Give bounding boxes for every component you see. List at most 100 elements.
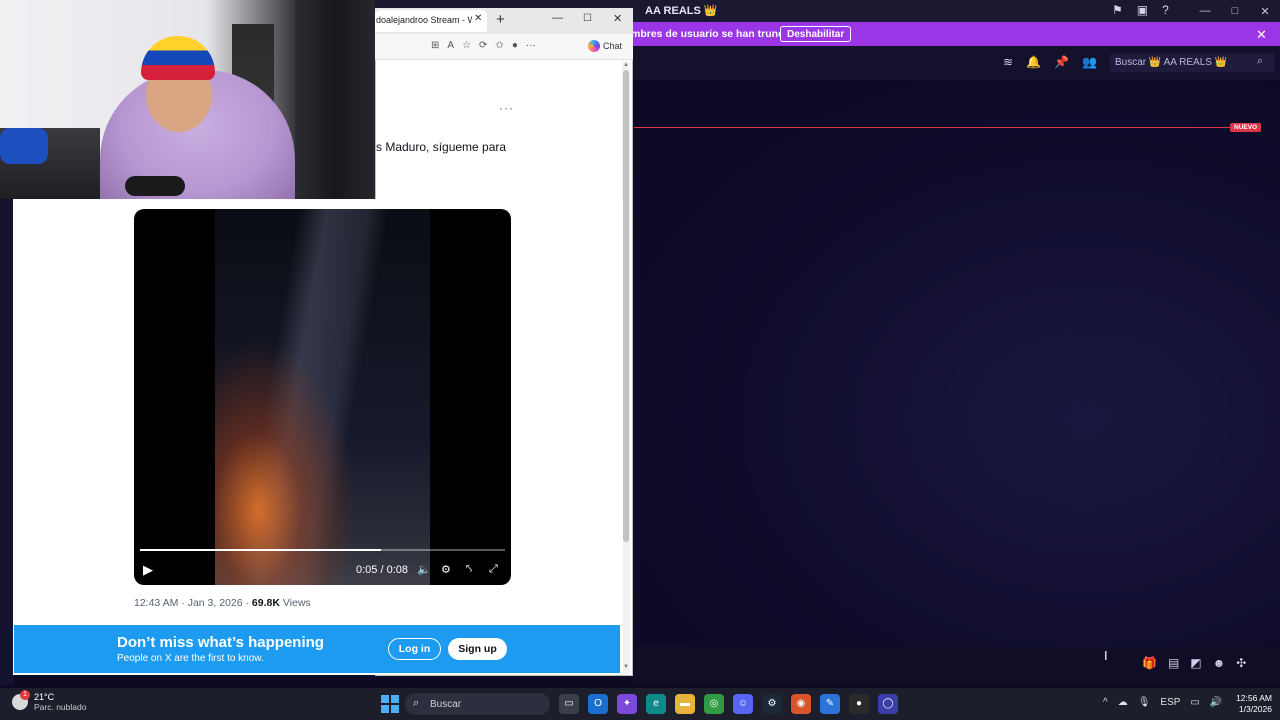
profile-icon[interactable]: ● [512, 40, 518, 51]
cam-curtain [295, 0, 375, 199]
read-aloud-icon[interactable]: A [447, 40, 454, 51]
text-cursor-icon: I [1104, 648, 1108, 663]
play-icon[interactable]: ▶ [143, 562, 153, 578]
top-icons: ⚑ ▣ ? [1112, 3, 1169, 17]
inbox-icon[interactable]: ⚑ [1112, 3, 1123, 17]
scroll-down-icon[interactable]: ▼ [623, 664, 629, 670]
app-window-controls: — □ ✕ [1190, 0, 1280, 22]
cam-blue-cloth [0, 128, 48, 164]
copilot-icon[interactable]: ✦ [617, 694, 637, 714]
search-icon: ⌕ [1257, 55, 1264, 67]
outlook-icon[interactable]: O [588, 694, 608, 714]
weather-desc: Parc. nublado [34, 702, 87, 712]
favorites-icon[interactable]: ✩ [495, 40, 503, 51]
clock-time: 12:56 AM [1236, 693, 1272, 703]
help-icon[interactable]: ? [1162, 3, 1169, 17]
pin-icon[interactable]: 📌 [1054, 55, 1069, 69]
app-title: AA REALS 👑 [645, 5, 718, 17]
login-button[interactable]: Log in [388, 638, 441, 660]
copilot-chat-button[interactable]: Chat [588, 40, 622, 52]
gif-icon[interactable]: ▤ [1168, 656, 1179, 670]
emoji-icon[interactable]: ☻ [1213, 656, 1226, 670]
speaker-icon[interactable]: 🔊 [1210, 697, 1222, 708]
tweet-time[interactable]: 12:43 AM · Jan 3, 2026 · [134, 597, 252, 609]
tab-title: doalejandroo Stream - Wat [376, 15, 472, 25]
threads-icon[interactable]: ≋ [1003, 55, 1013, 69]
browser-close-button[interactable]: ✕ [613, 12, 622, 25]
browser-toolbar-icons: ⊞ A ☆ ⟳ ✩ ● ··· [431, 40, 536, 51]
weather-widget[interactable]: 1 21°C Parc. nublado [12, 690, 87, 712]
views-count: 69.8K [251, 597, 280, 609]
sticker-icon[interactable]: ◩ [1190, 656, 1201, 670]
system-tray: ^ ☁ 🎙 ESP ▭ 🔊 [1103, 697, 1222, 708]
weather-badge: 1 [20, 690, 30, 700]
close-button[interactable]: ✕ [1250, 5, 1280, 18]
browser-minimize-button[interactable]: — [552, 12, 563, 24]
clock[interactable]: 12:56 AM 1/3/2026 [1228, 693, 1272, 715]
chevron-up-icon[interactable]: ^ [1103, 697, 1108, 708]
pip-icon[interactable]: ⤣ [466, 563, 472, 576]
fullscreen-icon[interactable]: ⤢ [489, 563, 498, 576]
folder-icon[interactable]: ▬ [675, 694, 695, 714]
members-icon[interactable]: 👥 [1082, 55, 1097, 69]
app-available-icon[interactable]: ⊞ [431, 40, 439, 51]
toolbar-icons: ≋ 🔔 📌 👥 [1003, 55, 1097, 69]
chat-area [634, 80, 1280, 646]
windows-start-icon[interactable] [381, 695, 399, 713]
cloud-tray-icon[interactable]: ☁ [1118, 697, 1128, 708]
taskbar-search-text: Buscar [430, 699, 462, 710]
gift-icon[interactable]: 🎁 [1142, 656, 1157, 670]
new-tab-button[interactable]: + [496, 11, 505, 28]
language-indicator[interactable]: ESP [1160, 697, 1180, 708]
video-player[interactable] [134, 209, 511, 585]
composer-icons: 🎁 ▤ ◩ ☻ ✣ [1142, 656, 1246, 670]
settings-gear-icon[interactable]: ⚙ [441, 563, 451, 576]
volume-icon[interactable]: 🔈 [417, 563, 431, 576]
taskbar-search[interactable] [405, 693, 550, 715]
banner-close-icon[interactable]: ✕ [1256, 27, 1267, 43]
minimize-button[interactable]: — [1190, 5, 1220, 17]
app-blue-icon[interactable]: ✎ [820, 694, 840, 714]
tab-close-icon[interactable]: ✕ [474, 13, 482, 24]
task-view-icon[interactable]: ▭ [559, 694, 579, 714]
extensions-icon[interactable]: ⟳ [479, 40, 487, 51]
edge-icon[interactable]: e [646, 694, 666, 714]
chrome-icon[interactable]: ◎ [704, 694, 724, 714]
new-messages-divider [634, 127, 1254, 128]
favorite-star-icon[interactable]: ☆ [462, 40, 471, 51]
x-banner-subtitle: People on X are the first to know. [117, 653, 264, 664]
clock-date: 1/3/2026 [1238, 704, 1272, 714]
x-banner-title: Don’t miss what’s happening [117, 634, 324, 651]
maximize-button[interactable]: □ [1220, 5, 1250, 17]
video-progress-fill [140, 549, 381, 551]
obs-icon[interactable]: ● [849, 694, 869, 714]
cam-controller [125, 176, 185, 196]
video-time: 0:05 / 0:08 [356, 564, 408, 576]
tweet-more-icon[interactable]: ··· [499, 101, 514, 115]
scrollbar-thumb[interactable] [623, 70, 629, 542]
signup-button[interactable]: Sign up [448, 638, 507, 660]
tweet-text: s Maduro, sígueme para [376, 140, 507, 154]
views-label: Views [279, 597, 311, 609]
apps-icon[interactable]: ✣ [1236, 656, 1246, 670]
browser-maximize-button[interactable]: ☐ [583, 13, 592, 24]
steam-icon[interactable]: ⚙ [762, 694, 782, 714]
mic-icon[interactable]: 🎙 [1138, 697, 1151, 708]
copilot-icon [588, 40, 600, 52]
search-icon: ⌕ [413, 697, 420, 709]
network-icon[interactable]: ▭ [1190, 697, 1199, 708]
taskbar-apps: ▭ O ✦ e ▬ ◎ ☺ ⚙ ◉ ✎ ● ◯ [559, 694, 898, 714]
disable-button[interactable]: Deshabilitar [780, 26, 852, 42]
tweet-meta: 12:43 AM · Jan 3, 2026 · 69.8K Views [134, 597, 311, 609]
app-circle-icon[interactable]: ◯ [878, 694, 898, 714]
left-strip [0, 199, 14, 685]
video-frame [215, 209, 430, 585]
discord-icon[interactable]: ☺ [733, 694, 753, 714]
scroll-up-icon[interactable]: ▲ [623, 62, 629, 68]
weather-temp: 21°C [34, 692, 55, 702]
app-red-icon[interactable]: ◉ [791, 694, 811, 714]
screen-icon[interactable]: ▣ [1137, 3, 1148, 17]
bell-icon[interactable]: 🔔 [1026, 55, 1041, 69]
new-badge: NUEVO [1230, 123, 1262, 132]
more-options-icon[interactable]: ··· [526, 40, 536, 51]
